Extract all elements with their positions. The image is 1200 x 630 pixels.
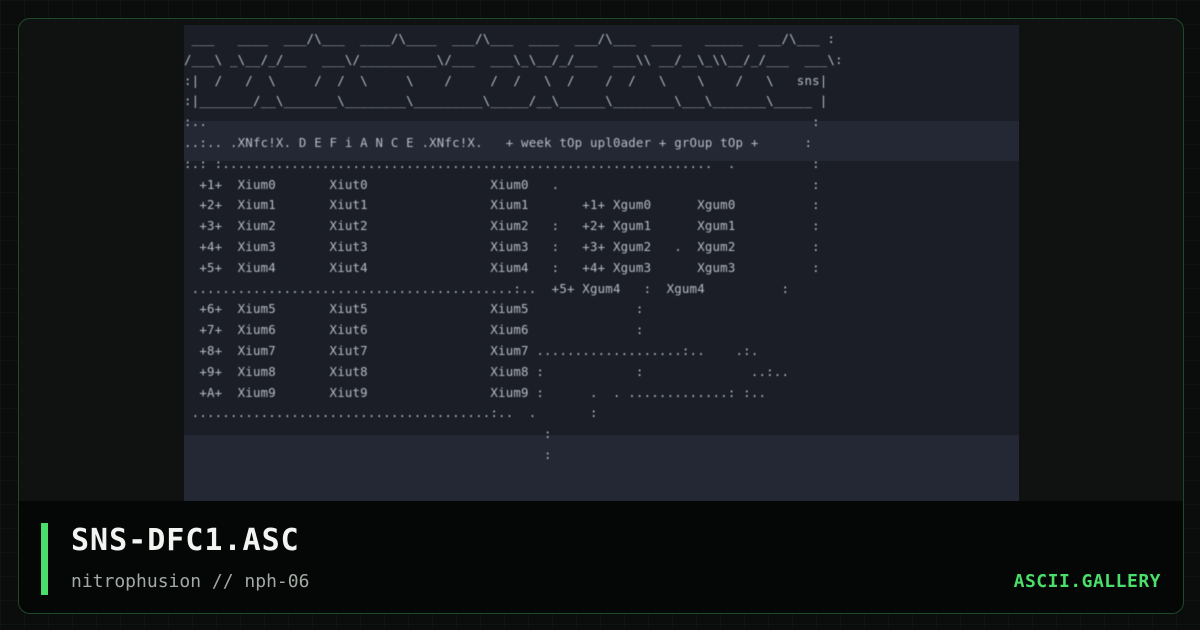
artwork-subtitle: nitrophusion // nph-06 [71,571,310,592]
site-brand-link[interactable]: ASCII.GALLERY [1014,571,1161,592]
footer-bar: SNS-DFC1.ASC nitrophusion // nph-06 ASCI… [19,501,1183,613]
artwork-title: SNS-DFC1.ASC [71,523,300,558]
ascii-art-text: ___ ____ ___/\___ ____/\____ ___/\___ __… [184,31,843,462]
accent-bar [41,523,48,595]
preview-card: ___ ____ ___/\___ ____/\____ ___/\___ __… [18,18,1184,614]
ascii-artwork: ___ ____ ___/\___ ____/\____ ___/\___ __… [184,25,1019,501]
